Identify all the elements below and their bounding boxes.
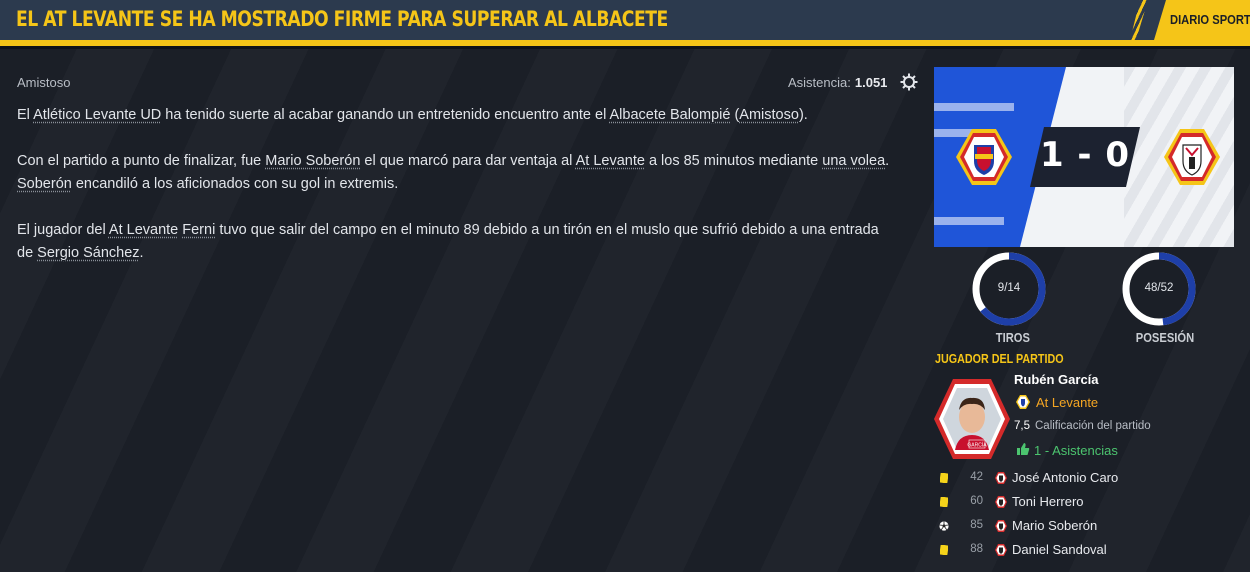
ball-icon bbox=[939, 521, 949, 531]
team-crest-icon bbox=[995, 496, 1007, 508]
attendance: Asistencia: 1.051 bbox=[788, 75, 887, 90]
attendance-value: 1.051 bbox=[854, 75, 888, 90]
event-row[interactable]: 88 Daniel Sandoval bbox=[935, 540, 1235, 560]
competition-label: Amistoso bbox=[17, 75, 71, 90]
score-panel-dash bbox=[934, 103, 1014, 111]
team-crest-icon bbox=[995, 544, 1007, 556]
potm-club[interactable]: At Levante bbox=[1036, 395, 1098, 410]
event-minute: 85 bbox=[970, 519, 983, 531]
event-player: Toni Herrero bbox=[1012, 494, 1084, 509]
team-link-away[interactable]: Albacete Balompié bbox=[610, 107, 731, 123]
team-crest-icon bbox=[995, 472, 1007, 484]
event-row[interactable]: 85 Mario Soberón bbox=[935, 516, 1235, 536]
home-crest-icon[interactable] bbox=[952, 125, 1016, 189]
event-minute: 60 bbox=[970, 495, 983, 507]
potm-assists: 1 - Asistencias bbox=[1034, 443, 1118, 458]
shots-title: TIROS bbox=[995, 330, 1030, 345]
player-link[interactable]: Ferni bbox=[182, 222, 215, 238]
article-body: El Atlético Levante UD ha tenido suerte … bbox=[17, 104, 897, 288]
final-score: 1 - 0 bbox=[1039, 135, 1131, 175]
thumbs-up-icon bbox=[1017, 443, 1030, 455]
article-paragraph: Con el partido a punto de finalizar, fue… bbox=[17, 153, 890, 192]
possession-title: POSESIÓN bbox=[1135, 330, 1195, 345]
event-minute: 42 bbox=[970, 471, 983, 483]
player-photo-caption: GARCÍA bbox=[967, 442, 987, 449]
potm-rating: 7,5 bbox=[1014, 420, 1030, 432]
competition-link[interactable]: Amistoso bbox=[739, 107, 799, 123]
gear-icon[interactable] bbox=[900, 73, 918, 91]
event-player: Daniel Sandoval bbox=[1012, 542, 1107, 557]
yellow-card-icon bbox=[940, 545, 948, 555]
article-paragraph: El jugador del At Levante Ferni tuvo que… bbox=[17, 222, 879, 261]
header-divider bbox=[0, 46, 1250, 49]
source-label: DIARIO SPORT bbox=[1170, 12, 1250, 27]
event-row[interactable]: 42 José Antonio Caro bbox=[935, 468, 1235, 488]
possession-value: 48/52 bbox=[1144, 282, 1174, 294]
article-paragraph: El Atlético Levante UD ha tenido suerte … bbox=[17, 107, 808, 123]
team-link-home[interactable]: At Levante bbox=[109, 222, 178, 238]
headline: EL AT LEVANTE SE HA MOSTRADO FIRME PARA … bbox=[16, 7, 668, 31]
player-link[interactable]: Mario Soberón bbox=[265, 153, 360, 169]
away-crest-icon[interactable] bbox=[1160, 125, 1224, 189]
news-header: EL AT LEVANTE SE HA MOSTRADO FIRME PARA … bbox=[0, 0, 1250, 40]
attendance-label: Asistencia: bbox=[788, 75, 851, 90]
event-player: José Antonio Caro bbox=[1012, 470, 1119, 485]
score-panel: 1 - 0 bbox=[934, 67, 1234, 247]
team-link-home[interactable]: At Levante bbox=[576, 153, 645, 169]
yellow-card-icon bbox=[940, 497, 948, 507]
club-crest-icon bbox=[1016, 395, 1030, 409]
potm-rating-label: Calificación del partido bbox=[1035, 420, 1151, 432]
score-panel-dash bbox=[934, 217, 1004, 225]
team-crest-icon bbox=[995, 520, 1007, 532]
player-link[interactable]: Soberón bbox=[17, 176, 72, 192]
player-link[interactable]: Sergio Sánchez bbox=[37, 245, 139, 261]
team-link-home[interactable]: Atlético Levante UD bbox=[33, 107, 161, 123]
player-photo[interactable]: GARCÍA bbox=[933, 377, 1011, 461]
event-minute: 88 bbox=[970, 543, 983, 555]
goal-type-link[interactable]: una volea bbox=[822, 153, 885, 169]
event-player: Mario Soberón bbox=[1012, 518, 1098, 533]
shots-value: 9/14 bbox=[997, 282, 1021, 294]
potm-title: JUGADOR DEL PARTIDO bbox=[935, 352, 1064, 366]
event-row[interactable]: 60 Toni Herrero bbox=[935, 492, 1235, 512]
potm-name[interactable]: Rubén García bbox=[1014, 372, 1099, 387]
yellow-card-icon bbox=[940, 473, 948, 483]
